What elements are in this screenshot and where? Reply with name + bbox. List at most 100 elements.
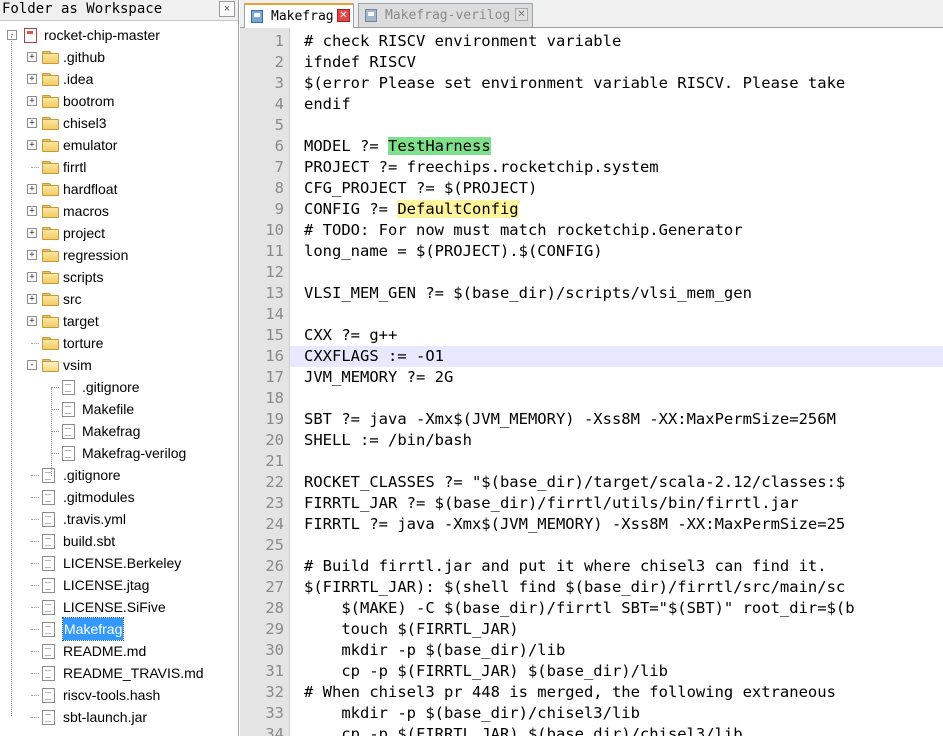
code-line[interactable]: 20 SHELL := /bin/bash bbox=[240, 430, 943, 451]
tree-item[interactable]: README_TRAVIS.md bbox=[0, 662, 238, 684]
line-text: $(error Please set environment variable … bbox=[304, 73, 845, 94]
tree-item[interactable]: - vsim bbox=[0, 354, 238, 376]
tree-item[interactable]: torture bbox=[0, 332, 238, 354]
code-line[interactable]: 2 ifndef RISCV bbox=[240, 52, 943, 73]
code-line[interactable]: 4 endif bbox=[240, 94, 943, 115]
file-icon bbox=[251, 10, 263, 23]
tab-makefrag[interactable]: Makefrag ✕ bbox=[244, 3, 354, 28]
tree-item[interactable]: + emulator bbox=[0, 134, 238, 156]
tab-makefrag-verilog[interactable]: Makefrag-verilog ✕ bbox=[358, 3, 533, 27]
tree-item[interactable]: + .idea bbox=[0, 68, 238, 90]
panel-close-button[interactable]: × bbox=[219, 1, 235, 17]
expand-icon[interactable]: + bbox=[27, 140, 37, 150]
code-editor[interactable]: 1 # check RISCV environment variable 2 ifnd… bbox=[240, 28, 943, 736]
expand-icon[interactable]: + bbox=[27, 96, 37, 106]
code-line[interactable]: 7 PROJECT ?= freechips.rocketchip.system bbox=[240, 157, 943, 178]
code-text: endif bbox=[304, 95, 351, 113]
code-line[interactable]: 25 bbox=[240, 535, 943, 556]
code-line[interactable]: 24 FIRRTL ?= java -Xmx$(JVM_MEMORY) -Xss8… bbox=[240, 514, 943, 535]
code-line[interactable]: 15 CXX ?= g++ bbox=[240, 325, 943, 346]
tree-item[interactable]: + bootrom bbox=[0, 90, 238, 112]
line-number: 15 bbox=[265, 326, 284, 344]
tree-item[interactable]: sbt-launch.jar bbox=[0, 706, 238, 728]
tree-item[interactable]: Makefile bbox=[0, 398, 238, 420]
tree-item[interactable]: LICENSE.SiFive bbox=[0, 596, 238, 618]
code-line[interactable]: 30 mkdir -p $(base_dir)/lib bbox=[240, 640, 943, 661]
tree-item[interactable]: + hardfloat bbox=[0, 178, 238, 200]
tree-item[interactable]: + macros bbox=[0, 200, 238, 222]
code-line[interactable]: 11 long_name = $(PROJECT).$(CONFIG) bbox=[240, 241, 943, 262]
expand-icon[interactable]: + bbox=[27, 272, 37, 282]
tree-item[interactable]: firrtl bbox=[0, 156, 238, 178]
collapse-icon[interactable]: - bbox=[7, 30, 17, 40]
tree-connector bbox=[31, 519, 39, 520]
code-line[interactable]: 17 JVM_MEMORY ?= 2G bbox=[240, 367, 943, 388]
tree-item[interactable]: .travis.yml bbox=[0, 508, 238, 530]
code-line[interactable]: 9 CONFIG ?= DefaultConfig bbox=[240, 199, 943, 220]
code-line[interactable]: 8 CFG_PROJECT ?= $(PROJECT) bbox=[240, 178, 943, 199]
code-line[interactable]: 21 bbox=[240, 451, 943, 472]
tree-item[interactable]: build.sbt bbox=[0, 530, 238, 552]
line-number: 5 bbox=[274, 116, 284, 134]
tree-item[interactable]: - rocket-chip-master bbox=[0, 24, 238, 46]
expand-icon[interactable]: + bbox=[27, 74, 37, 84]
expand-icon[interactable]: + bbox=[27, 52, 37, 62]
code-line[interactable]: 26 # Build firrtl.jar and put it where ch… bbox=[240, 556, 943, 577]
code-line[interactable]: 16 CXXFLAGS := -O1 bbox=[240, 346, 943, 367]
tree-item[interactable]: .gitmodules bbox=[0, 486, 238, 508]
code-line[interactable]: 27 $(FIRRTL_JAR): $(shell find $(base_dir… bbox=[240, 577, 943, 598]
code-line[interactable]: 23 FIRRTL_JAR ?= $(base_dir)/firrtl/utils… bbox=[240, 493, 943, 514]
close-icon[interactable]: ✕ bbox=[515, 8, 528, 21]
expand-icon[interactable]: + bbox=[27, 228, 37, 238]
tree-item[interactable]: + .github bbox=[0, 46, 238, 68]
file-icon bbox=[42, 556, 55, 571]
code-line[interactable]: 10 # TODO: For now must match rocketchip.… bbox=[240, 220, 943, 241]
close-icon[interactable]: ✕ bbox=[337, 9, 350, 22]
tree-item[interactable]: riscv-tools.hash bbox=[0, 684, 238, 706]
tree-item[interactable]: Makefrag bbox=[0, 420, 238, 442]
line-number: 20 bbox=[265, 431, 284, 449]
expand-icon[interactable]: + bbox=[27, 118, 37, 128]
tree-item[interactable]: .gitignore bbox=[0, 464, 238, 486]
code-line[interactable]: 32 # When chisel3 pr 448 is merged, the f… bbox=[240, 682, 943, 703]
tree-item[interactable]: LICENSE.jtag bbox=[0, 574, 238, 596]
tree-item[interactable]: + target bbox=[0, 310, 238, 332]
tree-item[interactable]: + scripts bbox=[0, 266, 238, 288]
expand-icon[interactable]: + bbox=[27, 316, 37, 326]
tree-item[interactable]: + regression bbox=[0, 244, 238, 266]
code-text: # When chisel3 pr 448 is merged, the fol… bbox=[304, 683, 836, 701]
code-line[interactable]: 33 mkdir -p $(base_dir)/chisel3/lib bbox=[240, 703, 943, 724]
code-line[interactable]: 14 bbox=[240, 304, 943, 325]
tree-item-label: .gitignore bbox=[63, 467, 121, 483]
code-line[interactable]: 18 bbox=[240, 388, 943, 409]
code-line[interactable]: 1 # check RISCV environment variable bbox=[240, 31, 943, 52]
code-line[interactable]: 29 touch $(FIRRTL_JAR) bbox=[240, 619, 943, 640]
tree-item[interactable]: Makefrag bbox=[0, 617, 238, 641]
code-line[interactable]: 13 VLSI_MEM_GEN ?= $(base_dir)/scripts/vl… bbox=[240, 283, 943, 304]
expand-icon[interactable]: + bbox=[27, 184, 37, 194]
expand-icon[interactable]: + bbox=[27, 250, 37, 260]
code-line[interactable]: 28 $(MAKE) -C $(base_dir)/firrtl SBT="$(… bbox=[240, 598, 943, 619]
code-line[interactable]: 6 MODEL ?= TestHarness bbox=[240, 136, 943, 157]
tree-item[interactable]: README.md bbox=[0, 640, 238, 662]
tree-item[interactable]: + chisel3 bbox=[0, 112, 238, 134]
tree-item[interactable]: LICENSE.Berkeley bbox=[0, 552, 238, 574]
line-number: 16 bbox=[265, 347, 284, 365]
expand-icon[interactable]: + bbox=[27, 294, 37, 304]
tree-item[interactable]: Makefrag-verilog bbox=[0, 442, 238, 464]
code-line[interactable]: 12 bbox=[240, 262, 943, 283]
expand-icon[interactable]: + bbox=[27, 206, 37, 216]
tree-item[interactable]: + src bbox=[0, 288, 238, 310]
code-line[interactable]: 31 cp -p $(FIRRTL_JAR) $(base_dir)/lib bbox=[240, 661, 943, 682]
tab-bar: Makefrag ✕ Makefrag-verilog ✕ bbox=[240, 0, 943, 28]
collapse-icon[interactable]: - bbox=[27, 360, 37, 370]
code-line[interactable]: 3 $(error Please set environment variable… bbox=[240, 73, 943, 94]
tree-item-label: bootrom bbox=[63, 93, 115, 109]
code-line[interactable]: 5 bbox=[240, 115, 943, 136]
code-line[interactable]: 19 SBT ?= java -Xmx$(JVM_MEMORY) -Xss8M -… bbox=[240, 409, 943, 430]
code-line[interactable]: 34 cp -p $(FIRRTL_JAR) $(base_dir)/chise… bbox=[240, 724, 943, 736]
line-number: 34 bbox=[265, 725, 284, 736]
tree-item[interactable]: + project bbox=[0, 222, 238, 244]
tree-item[interactable]: .gitignore bbox=[0, 376, 238, 398]
code-line[interactable]: 22 ROCKET_CLASSES ?= "$(base_dir)/target/… bbox=[240, 472, 943, 493]
